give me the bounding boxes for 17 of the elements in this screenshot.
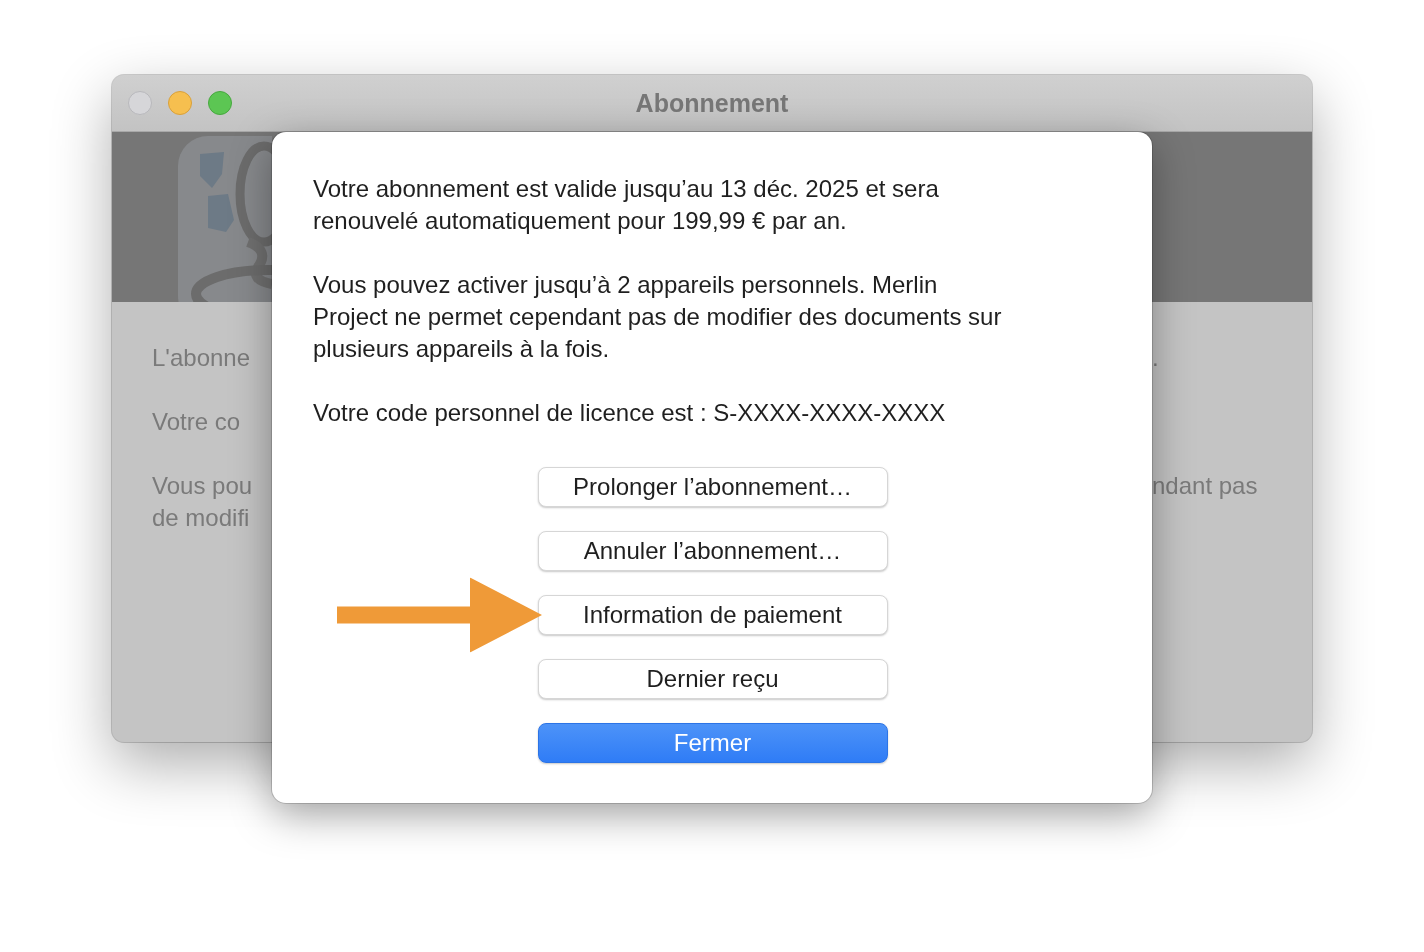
background-text: Votre co — [152, 407, 241, 437]
window-title: Abonnement — [634, 88, 790, 118]
message-text: Votre abonnement est valide jusqu’au 13 déc. 2025 et sera renouvelé automatiquement pour 199,99 € par an. — [313, 174, 940, 236]
background-text: de modifi — [152, 503, 250, 533]
background-text: . — [1152, 343, 1160, 373]
dialog-button[interactable]: Dernier reçu — [537, 659, 888, 699]
background-text: L'abonne — [152, 343, 250, 373]
dialog-button[interactable]: Information de paiement — [537, 595, 888, 635]
background-text: Vous pou — [152, 471, 253, 501]
minimize-button[interactable] — [168, 91, 192, 115]
message-text: Votre code personnel de licence est : S-XXXX-XXXX-XXXX — [313, 398, 947, 428]
background-text: ndant pas — [1152, 471, 1259, 501]
close-button[interactable]: Fermer — [537, 723, 888, 763]
dialog-button[interactable]: Prolonger l’abonnement… — [537, 467, 888, 507]
dialog-button[interactable]: Annuler l’abonnement… — [537, 531, 888, 571]
message-text: Vous pouvez activer jusqu’à 2 appareils personnels. Merlin Project ne permet cependant pas de modifier des documents sur plusieurs appareils à la fois. — [313, 270, 1003, 364]
zoom-button[interactable] — [208, 91, 232, 115]
